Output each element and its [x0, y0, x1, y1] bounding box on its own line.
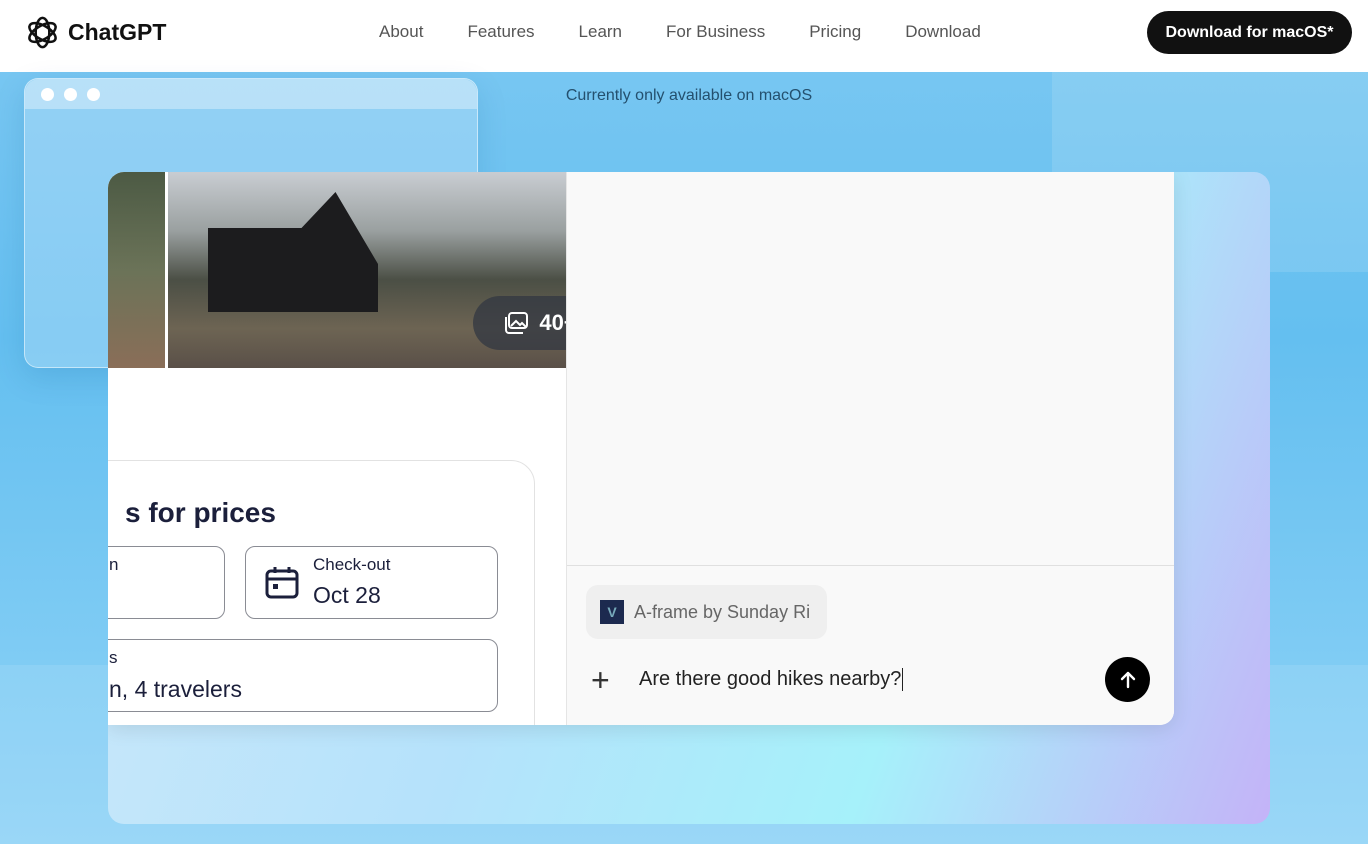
nav-learn[interactable]: Learn [557, 22, 644, 42]
guests-field[interactable]: s n, 4 travelers [108, 639, 498, 712]
photo-count: 40+ [539, 310, 566, 335]
logo[interactable]: ChatGPT [25, 15, 166, 50]
attachment-label: A-frame by Sunday Ri [634, 601, 811, 622]
send-button[interactable] [1105, 657, 1150, 702]
calendar-icon [265, 567, 299, 599]
nav-for-business[interactable]: For Business [644, 22, 787, 42]
attachment-chip[interactable]: V A-frame by Sunday Ri [586, 585, 827, 639]
brand-name: ChatGPT [68, 19, 167, 45]
price-card-title: s for prices [125, 497, 276, 528]
gallery-icon [505, 312, 529, 334]
listing-photo[interactable] [108, 172, 165, 368]
cabin-image [208, 192, 378, 312]
divider [567, 565, 1174, 566]
chat-input[interactable]: Are there good hikes nearby? [639, 668, 904, 691]
chat-pane: V A-frame by Sunday Ri + Are there good … [566, 172, 1174, 725]
main-nav: About Features Learn For Business Pricin… [357, 22, 1003, 42]
download-macos-button[interactable]: Download for macOS* [1147, 11, 1352, 54]
nav-download[interactable]: Download [883, 22, 1003, 42]
openai-logo-icon [28, 16, 57, 49]
nav-pricing[interactable]: Pricing [787, 22, 883, 42]
site-header: ChatGPT About Features Learn For Busines… [0, 0, 1368, 72]
nav-about[interactable]: About [357, 22, 445, 42]
listing-pane: 40+ s for prices n Check-out Oct 28 s n,… [108, 172, 566, 725]
app-window: 40+ s for prices n Check-out Oct 28 s n,… [108, 172, 1174, 725]
add-attachment-plus-icon[interactable]: + [591, 664, 610, 696]
photo-count-badge[interactable]: 40+ [473, 296, 566, 350]
listing-photo-main[interactable]: 40+ [168, 172, 566, 368]
listing-thumbnail-icon: V [600, 600, 624, 624]
guests-label: s [109, 648, 118, 667]
nav-features[interactable]: Features [445, 22, 556, 42]
checkout-value: Oct 28 [313, 582, 381, 608]
checkin-label: n [109, 555, 119, 574]
guests-value: n, 4 travelers [109, 676, 242, 702]
checkin-field[interactable]: n [108, 546, 225, 619]
arrow-up-icon [1120, 671, 1135, 688]
checkout-label: Check-out [313, 555, 391, 574]
checkout-field[interactable]: Check-out Oct 28 [245, 546, 498, 619]
availability-note: Currently only available on macOS [565, 87, 813, 104]
demo-panel: 40+ s for prices n Check-out Oct 28 s n,… [108, 172, 1270, 824]
